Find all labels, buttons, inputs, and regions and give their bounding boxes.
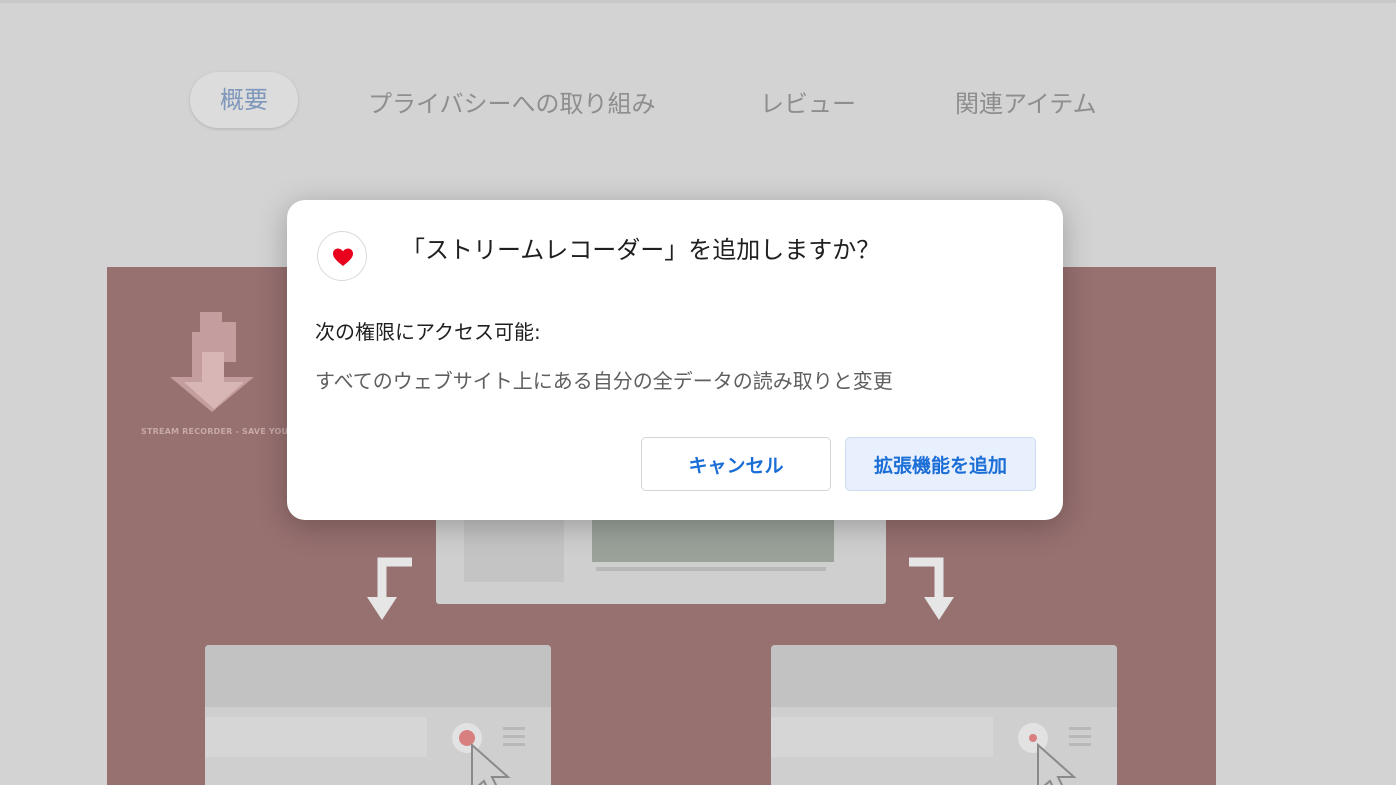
curved-arrow-left-icon <box>367 557 412 620</box>
top-border <box>0 0 1396 3</box>
tab-overview[interactable]: 概要 <box>190 72 298 128</box>
cursor-icon <box>471 743 511 785</box>
download-arrows-icon <box>170 312 254 412</box>
mock-url-bar <box>205 717 427 757</box>
detail-tabs: 概要 プライバシーへの取り組み レビュー 関連アイテム <box>190 72 1097 128</box>
mock-browser-left <box>205 645 551 785</box>
tab-reviews[interactable]: レビュー <box>760 84 856 119</box>
permission-heading: 次の権限にアクセス可能: <box>315 320 541 344</box>
cancel-button[interactable]: キャンセル <box>641 437 831 491</box>
permission-item: すべてのウェブサイト上にある自分の全データの読み取りと変更 <box>315 369 893 393</box>
tab-privacy[interactable]: プライバシーへの取り組み <box>368 84 656 119</box>
dialog-title: 「ストリームレコーダー」を追加しますか？ <box>401 236 881 264</box>
mock-browser-right <box>771 645 1117 785</box>
cursor-icon <box>1037 743 1077 785</box>
mock-browser-toolbar <box>771 645 1117 707</box>
tab-related[interactable]: 関連アイテム <box>955 84 1097 119</box>
mock-browser-toolbar <box>205 645 551 707</box>
extension-icon <box>317 231 367 281</box>
red-heart-icon <box>333 248 353 266</box>
add-extension-dialog: 「ストリームレコーダー」を追加しますか？ 次の権限にアクセス可能: すべてのウェ… <box>287 200 1063 520</box>
mock-player-bar <box>596 567 826 571</box>
mock-url-bar <box>771 717 993 757</box>
add-extension-button[interactable]: 拡張機能を追加 <box>845 437 1036 491</box>
curved-arrow-right-icon <box>909 557 954 620</box>
